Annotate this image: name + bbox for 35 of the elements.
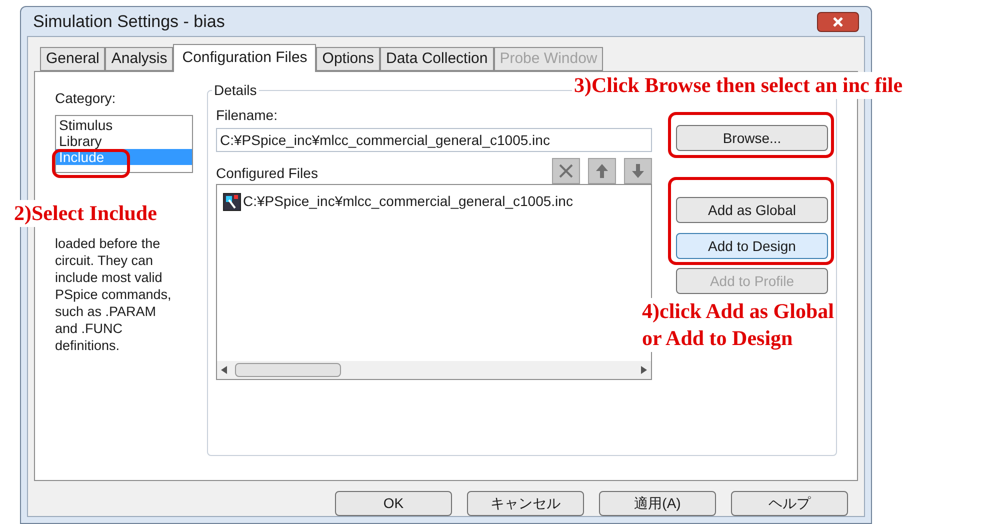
tab[interactable]: Configuration Files: [173, 44, 316, 72]
category-description: loaded before the circuit. They can include most valid PSpice commands, such as .PARAM and .FUNC definitions.: [55, 235, 172, 354]
dialog-button[interactable]: キャンセル: [467, 491, 584, 516]
window-title: Simulation Settings - bias: [33, 10, 225, 33]
tab[interactable]: General: [40, 47, 106, 71]
tab[interactable]: Options: [316, 47, 380, 71]
action-button[interactable]: Add to Design: [676, 233, 828, 259]
annotation-text: 3)Click Browse then select an inc file: [572, 72, 905, 99]
dialog-button[interactable]: ヘルプ: [731, 491, 848, 516]
annotation-text: 4)click Add as Global or Add to Design: [640, 298, 836, 352]
category-item[interactable]: Library: [56, 133, 192, 149]
file-icon: [223, 192, 241, 210]
close-icon: [832, 16, 844, 28]
file-path: C:¥PSpice_inc¥mlcc_commercial_general_c1005.inc: [243, 192, 573, 211]
horizontal-scrollbar[interactable]: [217, 361, 651, 379]
configured-files-label: Configured Files: [216, 164, 318, 183]
filename-label: Filename:: [216, 106, 278, 125]
action-button[interactable]: Browse...: [676, 125, 828, 151]
dialog-button[interactable]: 適用(A): [599, 491, 716, 516]
category-label: Category:: [55, 89, 117, 108]
scroll-left-icon[interactable]: [221, 366, 227, 374]
file-item[interactable]: C:¥PSpice_inc¥mlcc_commercial_general_c1005.inc: [223, 191, 645, 212]
annotation-text: 2)Select Include: [12, 200, 159, 227]
close-button[interactable]: [817, 12, 859, 32]
delete-icon[interactable]: [552, 158, 580, 184]
scroll-right-icon[interactable]: [641, 366, 647, 374]
tab[interactable]: Data Collection: [380, 47, 494, 71]
action-button[interactable]: Add as Global: [676, 197, 828, 223]
move-down-icon[interactable]: [624, 158, 652, 184]
category-item[interactable]: Stimulus: [56, 117, 192, 133]
scroll-thumb[interactable]: [235, 363, 341, 377]
move-up-icon[interactable]: [588, 158, 616, 184]
tab[interactable]: Analysis: [105, 47, 174, 71]
filename-field[interactable]: C:¥PSpice_inc¥mlcc_commercial_general_c1005.inc: [216, 128, 652, 152]
dialog-button[interactable]: OK: [335, 491, 452, 516]
